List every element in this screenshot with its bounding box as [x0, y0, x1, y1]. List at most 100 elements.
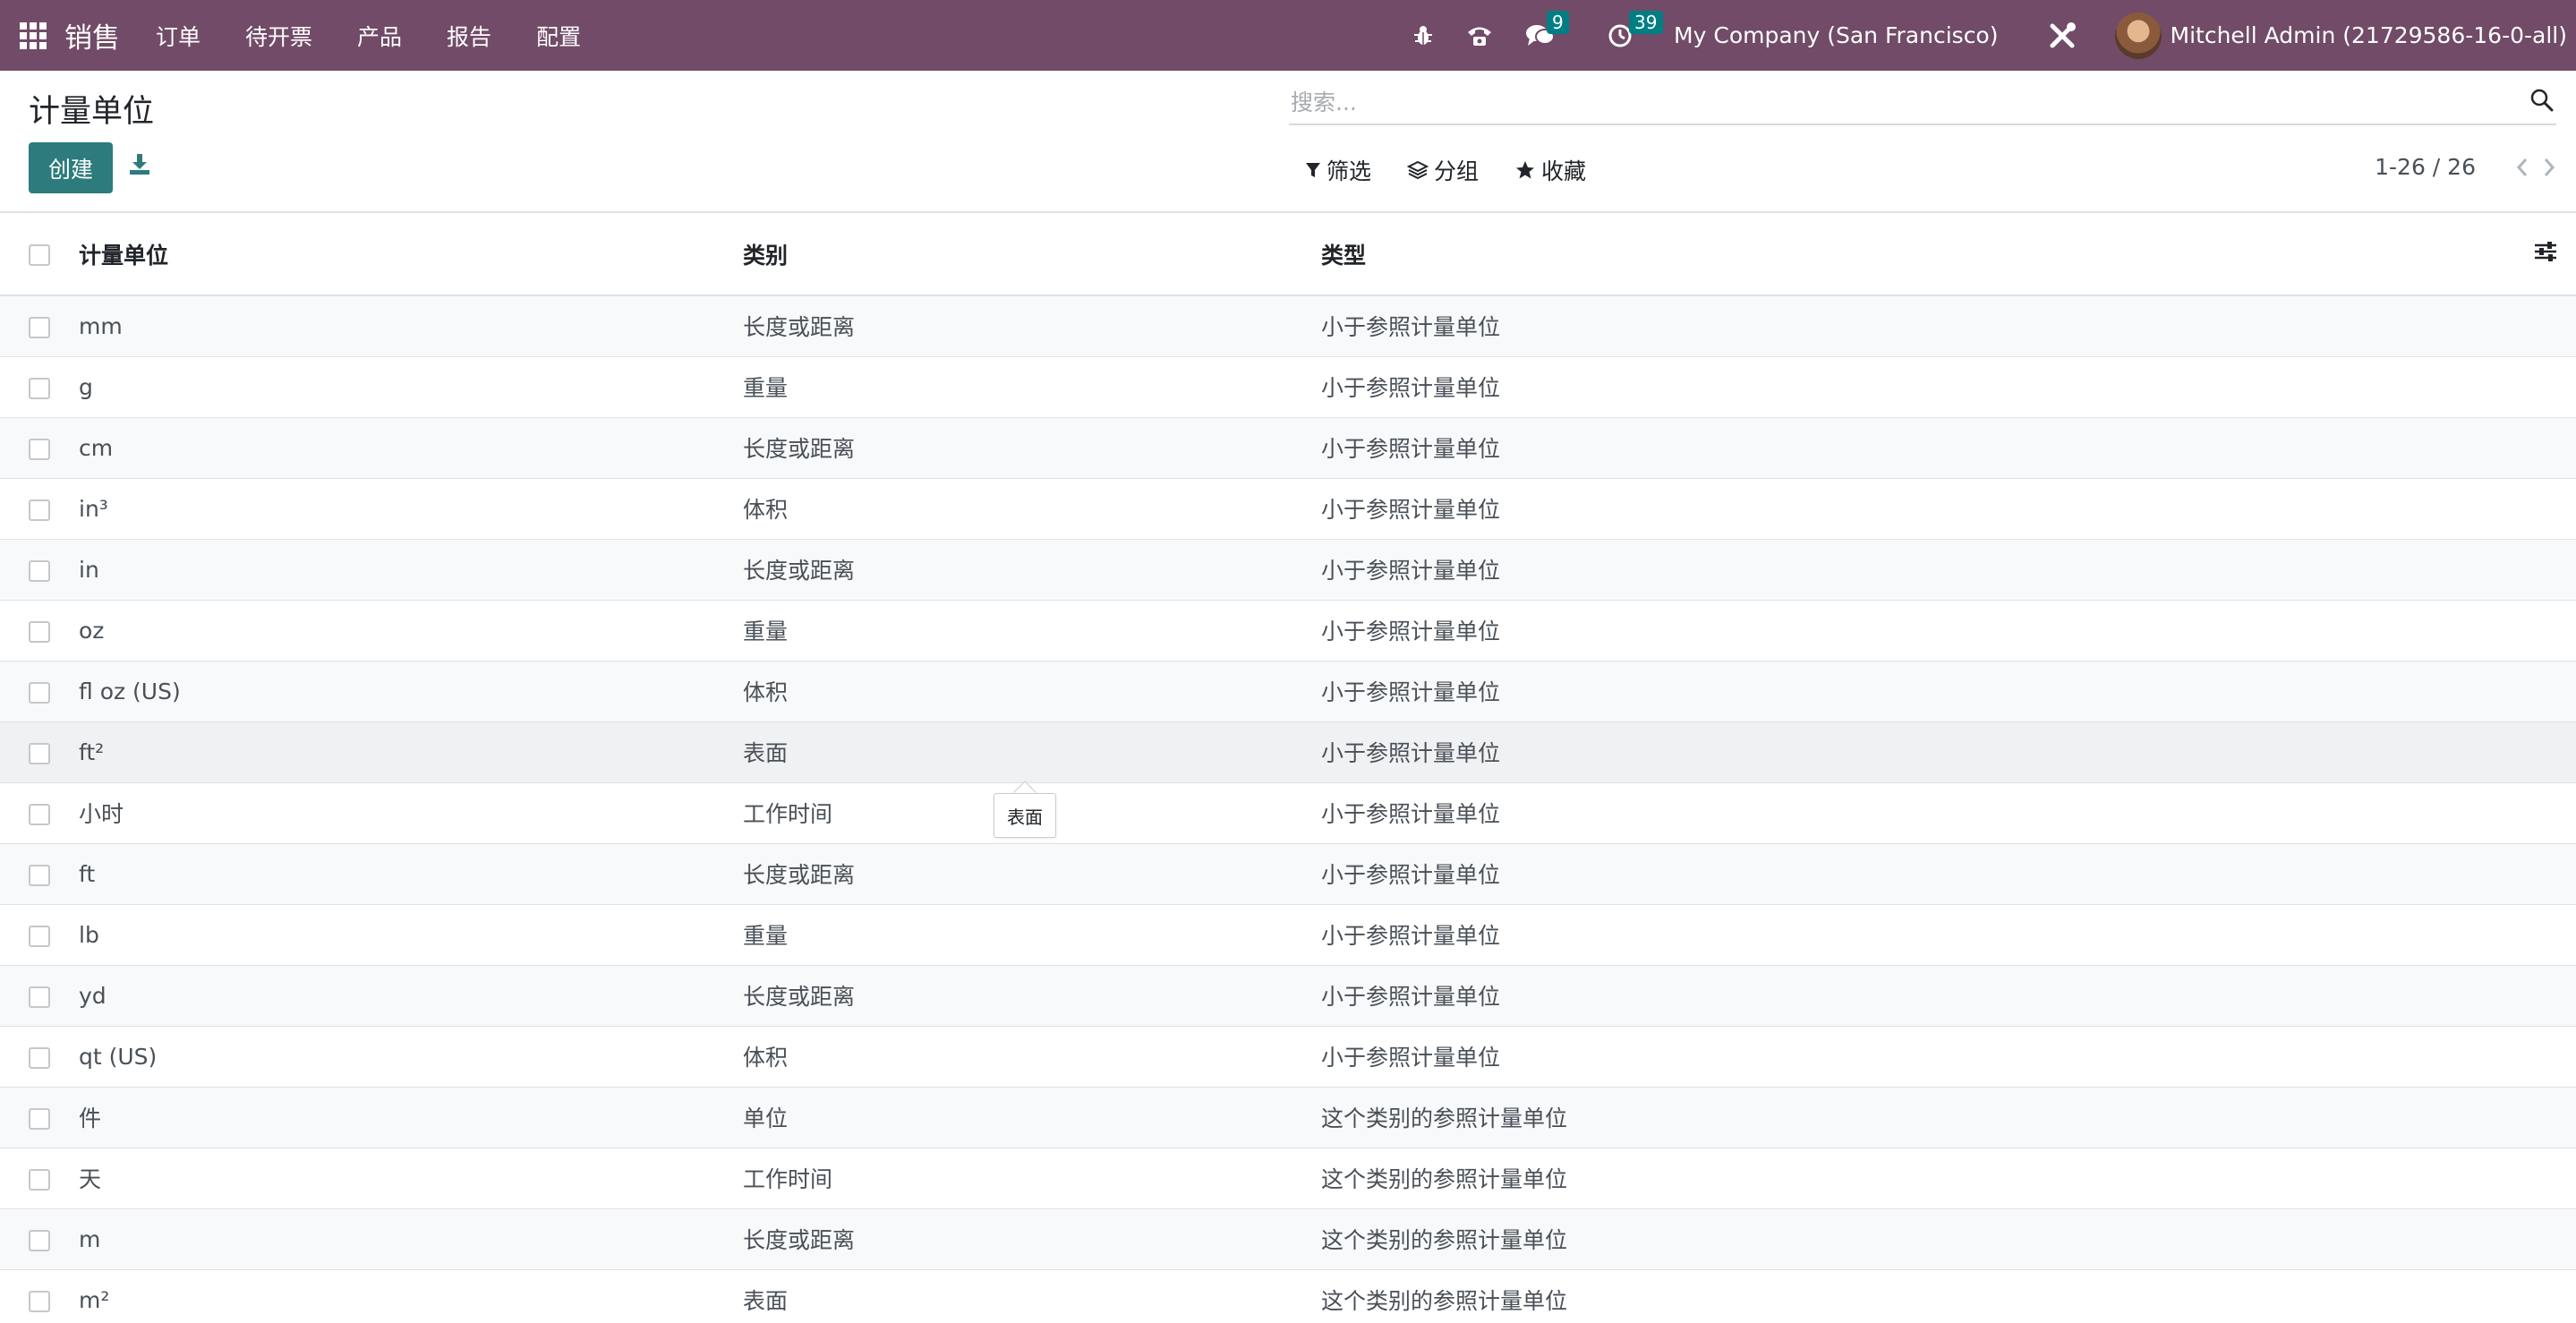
row-checkbox[interactable] — [29, 559, 50, 582]
search-panel-toggles: 筛选 分组 收藏 — [1305, 154, 1622, 186]
cell-empty — [2485, 965, 2576, 1026]
cell-uom: mm — [79, 312, 123, 339]
layers-icon — [1407, 160, 1429, 180]
table-row[interactable]: m 长度或距离 这个类别的参照计量单位 — [0, 1208, 2576, 1269]
cell-empty — [2485, 295, 2576, 356]
table-row[interactable]: qt (US) 体积 小于参照计量单位 — [0, 1026, 2576, 1087]
table-row[interactable]: 小时 工作时间 小于参照计量单位 — [0, 782, 2576, 843]
app-name[interactable]: 销售 — [64, 15, 120, 55]
cell-empty — [2485, 904, 2576, 965]
cell-uom: g — [79, 373, 93, 400]
table-header-row: 计量单位 类别 类型 — [0, 213, 2576, 295]
cell-empty — [2485, 478, 2576, 539]
cell-category: 长度或距离 — [743, 558, 856, 584]
cell-category: 工作时间 — [743, 1166, 833, 1192]
table-row[interactable]: cm 长度或距离 小于参照计量单位 — [0, 417, 2576, 478]
cell-uom: 件 — [79, 1105, 102, 1131]
table-row[interactable]: 天 工作时间 这个类别的参照计量单位 — [0, 1148, 2576, 1208]
cell-uom: lb — [79, 921, 99, 948]
select-all-checkbox[interactable] — [29, 244, 50, 266]
row-select-cell — [0, 843, 79, 904]
favorites-label: 收藏 — [1541, 158, 1587, 184]
cell-uom: 小时 — [79, 801, 124, 827]
row-select-cell — [0, 1269, 79, 1323]
optional-columns-toggle[interactable] — [2485, 213, 2576, 295]
cell-uom: cm — [79, 434, 114, 461]
row-checkbox[interactable] — [29, 742, 50, 764]
pager-value[interactable]: 1-26 / 26 — [2375, 154, 2476, 180]
cell-empty — [2485, 721, 2576, 782]
row-checkbox[interactable] — [29, 864, 50, 886]
menu-item-to-invoice[interactable]: 待开票 — [245, 20, 312, 52]
tooltip: 表面 — [994, 793, 1056, 838]
cell-category: 单位 — [743, 1105, 789, 1131]
column-header-uom[interactable]: 计量单位 — [79, 213, 743, 295]
row-checkbox[interactable] — [29, 925, 50, 947]
row-checkbox[interactable] — [29, 1168, 50, 1191]
select-all-cell — [0, 213, 79, 295]
search-input[interactable] — [1289, 86, 2479, 118]
bug-icon[interactable] — [1412, 24, 1434, 47]
row-checkbox[interactable] — [29, 316, 50, 338]
table-row[interactable]: mm 长度或距离 小于参照计量单位 — [0, 295, 2576, 356]
cell-uom: in³ — [79, 495, 108, 522]
create-button[interactable]: 创建 — [29, 142, 113, 193]
cell-empty — [2485, 1208, 2576, 1269]
table-row[interactable]: fl oz (US) 体积 小于参照计量单位 — [0, 661, 2576, 721]
group-by-dropdown[interactable]: 分组 — [1407, 154, 1479, 186]
table-row[interactable]: yd 长度或距离 小于参照计量单位 — [0, 965, 2576, 1026]
filter-dropdown[interactable]: 筛选 — [1305, 154, 1371, 186]
menu-item-products[interactable]: 产品 — [357, 20, 402, 52]
table-row[interactable]: oz 重量 小于参照计量单位 — [0, 600, 2576, 661]
cell-uom: qt (US) — [79, 1043, 158, 1070]
table-row[interactable]: 件 单位 这个类别的参照计量单位 — [0, 1087, 2576, 1148]
user-menu[interactable]: Mitchell Admin (21729586-16-0-all) — [2114, 12, 2567, 59]
row-checkbox[interactable] — [29, 377, 50, 399]
row-checkbox[interactable] — [29, 1107, 50, 1130]
table-row[interactable]: ft 长度或距离 小于参照计量单位 — [0, 843, 2576, 904]
cell-category: 长度或距离 — [743, 862, 856, 888]
row-checkbox[interactable] — [29, 1290, 50, 1312]
tools-icon[interactable] — [2047, 21, 2077, 51]
column-header-category[interactable]: 类别 — [743, 213, 1321, 295]
menu-item-reporting[interactable]: 报告 — [447, 20, 491, 52]
chevron-right-icon[interactable] — [2542, 157, 2556, 178]
uom-table: 计量单位 类别 类型 mm 长度或距离 小于参照计量单位 g 重量 小于参照计量… — [0, 213, 2576, 1323]
cell-empty — [2485, 356, 2576, 417]
cell-category: 体积 — [743, 679, 789, 705]
search-icon[interactable] — [2529, 88, 2555, 116]
company-switcher[interactable]: My Company (San Francisco) — [1674, 22, 1998, 48]
row-checkbox[interactable] — [29, 803, 50, 825]
chevron-left-icon[interactable] — [2515, 157, 2529, 178]
apps-icon[interactable] — [20, 21, 47, 49]
row-checkbox[interactable] — [29, 438, 50, 460]
cell-uom: oz — [79, 617, 105, 644]
cell-empty — [2485, 1148, 2576, 1208]
row-checkbox[interactable] — [29, 1229, 50, 1251]
favorites-dropdown[interactable]: 收藏 — [1514, 154, 1586, 186]
cell-empty — [2485, 1026, 2576, 1087]
table-row[interactable]: lb 重量 小于参照计量单位 — [0, 904, 2576, 965]
row-checkbox[interactable] — [29, 986, 50, 1008]
column-header-type[interactable]: 类型 — [1321, 213, 2485, 295]
menu-item-orders[interactable]: 订单 — [156, 20, 200, 52]
phone-icon[interactable] — [1466, 24, 1493, 47]
table-row[interactable]: g 重量 小于参照计量单位 — [0, 356, 2576, 417]
row-checkbox[interactable] — [29, 499, 50, 521]
star-icon — [1516, 161, 1535, 179]
download-icon[interactable] — [128, 152, 151, 179]
row-checkbox[interactable] — [29, 1046, 50, 1069]
menu-item-configuration[interactable]: 配置 — [536, 20, 581, 52]
table-row[interactable]: in³ 体积 小于参照计量单位 — [0, 478, 2576, 539]
row-select-cell — [0, 782, 79, 843]
row-select-cell — [0, 356, 79, 417]
cell-type: 小于参照计量单位 — [1321, 436, 1501, 462]
clock-icon[interactable]: 39 — [1608, 10, 1663, 48]
table-row[interactable]: in 长度或距离 小于参照计量单位 — [0, 539, 2576, 600]
row-checkbox[interactable] — [29, 620, 50, 643]
table-row[interactable]: ft² 表面 小于参照计量单位 — [0, 721, 2576, 782]
filter-icon — [1306, 163, 1320, 177]
table-row[interactable]: m² 表面 这个类别的参照计量单位 — [0, 1269, 2576, 1323]
row-checkbox[interactable] — [29, 681, 50, 704]
chat-icon[interactable]: 9 — [1525, 10, 1569, 48]
